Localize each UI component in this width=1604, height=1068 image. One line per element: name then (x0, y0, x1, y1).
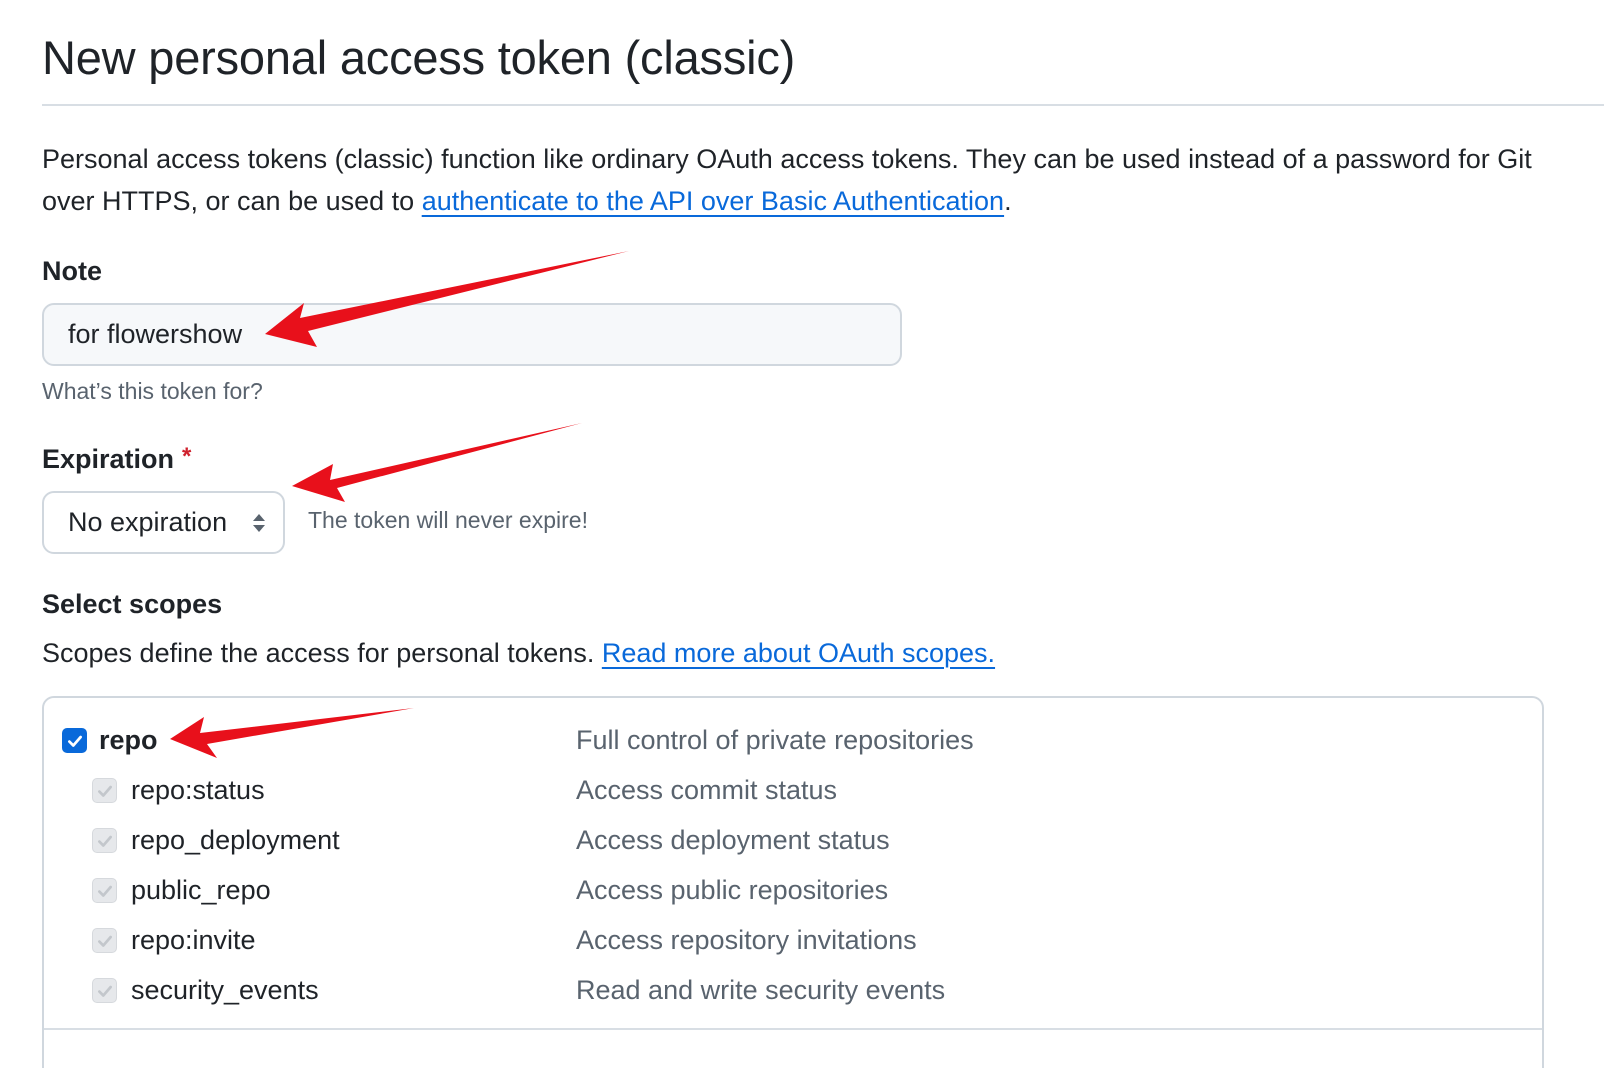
scope-row-public-repo: public_repo Access public repositories (44, 868, 1542, 912)
scope-name: public_repo (131, 874, 271, 905)
scope-row-repo-invite: repo:invite Access repository invitations (44, 918, 1542, 962)
scope-row-repo: repo Full control of private repositories (44, 718, 1542, 762)
scope-name: repo_deployment (131, 824, 340, 855)
intro-end: . (1004, 186, 1012, 216)
intro-paragraph: Personal access tokens (classic) functio… (42, 138, 1562, 222)
scope-checkbox (92, 928, 117, 953)
check-icon (97, 985, 112, 997)
scope-row-security-events: security_events Read and write security e… (44, 968, 1542, 1012)
chevron-up-down-icon (253, 514, 265, 532)
scope-name: repo:status (131, 774, 265, 805)
expiration-label-text: Expiration (42, 444, 175, 474)
scope-description: Access public repositories (576, 874, 889, 905)
scopes-list: repo Full control of private repositories… (42, 696, 1544, 1068)
required-mark: * (182, 443, 192, 470)
expiration-select[interactable]: No expiration (42, 491, 285, 554)
title-divider (42, 104, 1604, 106)
scopes-description-text: Scopes define the access for personal to… (42, 638, 602, 668)
scope-name: repo:invite (131, 924, 256, 955)
scope-row-repo-deployment: repo_deployment Access deployment status (44, 818, 1542, 862)
expiration-selected-value: No expiration (68, 507, 228, 537)
check-icon (97, 785, 112, 797)
check-icon (97, 835, 112, 847)
scope-description: Access commit status (576, 774, 838, 805)
scopes-heading: Select scopes (42, 589, 223, 619)
page-title: New personal access token (classic) (42, 31, 796, 84)
note-label: Note (42, 256, 102, 286)
oauth-scopes-link[interactable]: Read more about OAuth scopes. (602, 638, 995, 668)
check-icon (97, 885, 112, 897)
note-input[interactable] (42, 303, 902, 366)
scope-description: Full control of private repositories (576, 724, 974, 755)
scope-description: Access repository invitations (576, 924, 917, 955)
scope-checkbox (92, 778, 117, 803)
check-icon (97, 935, 112, 947)
scope-name: security_events (131, 974, 319, 1005)
scope-description: Read and write security events (576, 974, 946, 1005)
note-hint: What’s this token for? (42, 378, 263, 404)
expiration-hint: The token will never expire! (308, 507, 588, 533)
scope-row-repo-status: repo:status Access commit status (44, 768, 1542, 812)
check-icon (67, 735, 82, 747)
red-arrow-icon (292, 423, 582, 502)
scope-name: repo (99, 724, 158, 755)
token-settings-page: New personal access token (classic) Pers… (0, 0, 1604, 1068)
expiration-label: Expiration * (42, 443, 191, 475)
scope-description: Access deployment status (576, 824, 890, 855)
scope-group-divider (44, 1028, 1542, 1030)
scopes-description: Scopes define the access for personal to… (42, 638, 995, 669)
basic-auth-link[interactable]: authenticate to the API over Basic Authe… (422, 186, 1004, 216)
scope-checkbox[interactable] (62, 728, 87, 753)
scope-checkbox (92, 828, 117, 853)
scope-checkbox (92, 978, 117, 1003)
scope-checkbox (92, 878, 117, 903)
